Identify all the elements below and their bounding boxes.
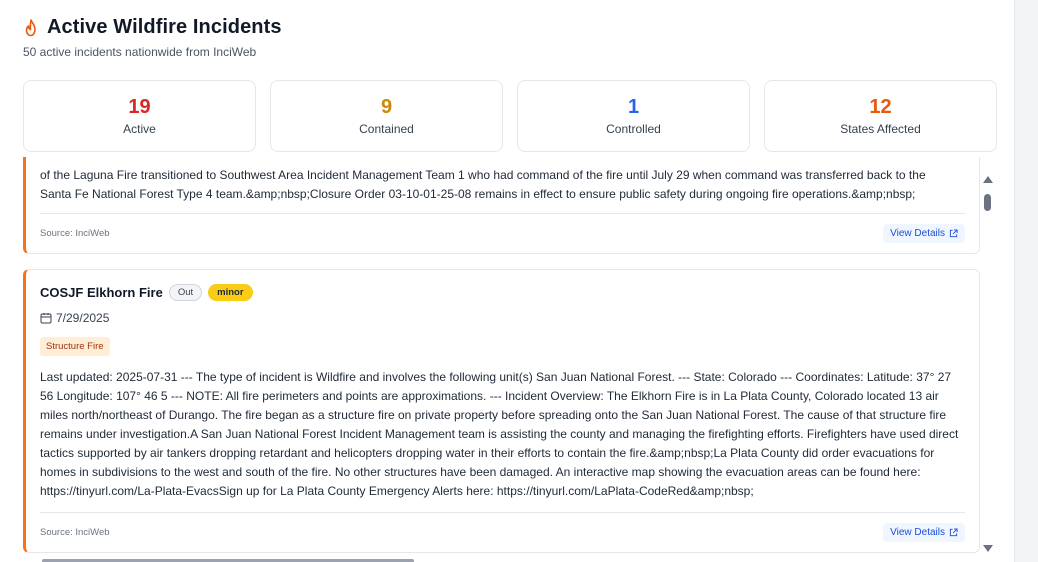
stat-label: Contained — [359, 122, 414, 136]
incident-date: 7/29/2025 — [40, 311, 109, 325]
incident-list[interactable]: of the Laguna Fire transitioned to South… — [23, 157, 981, 562]
scroll-down-arrow-icon[interactable] — [983, 545, 993, 552]
incident-description: Last updated: 2025-07-31 --- The type of… — [40, 370, 959, 498]
incident-card: of the Laguna Fire transitioned to South… — [23, 157, 980, 254]
incident-name: COSJF Elkhorn Fire — [40, 285, 163, 300]
incident-type-tag: Structure Fire — [40, 337, 110, 356]
stat-value: 9 — [380, 96, 393, 118]
scrollbar-thumb[interactable] — [984, 194, 991, 211]
vertical-scrollbar[interactable] — [981, 172, 995, 562]
stats-row: 19 Active 9 Contained 1 Controlled 12 St… — [23, 80, 997, 152]
page-title: Active Wildfire Incidents — [47, 16, 282, 38]
view-details-label: View Details — [890, 228, 945, 239]
stat-card-active: 19 Active — [23, 80, 256, 152]
external-link-icon — [949, 528, 958, 537]
page-header: Active Wildfire Incidents 50 active inci… — [23, 16, 282, 59]
stat-label: Controlled — [606, 122, 661, 136]
external-link-icon — [949, 229, 958, 238]
stat-card-contained: 9 Contained — [270, 80, 503, 152]
stat-value: 12 — [869, 96, 892, 118]
stat-card-states: 12 States Affected — [764, 80, 997, 152]
view-details-button[interactable]: View Details — [883, 523, 965, 542]
incident-source: Source: InciWeb — [40, 228, 110, 239]
status-badge: Out — [168, 284, 203, 301]
severity-badge: minor — [208, 284, 253, 301]
stat-value: 19 — [128, 96, 151, 118]
stat-card-controlled: 1 Controlled — [517, 80, 750, 152]
incident-card: COSJF Elkhorn Fire Out minor 7/29/2025 S… — [23, 269, 980, 553]
incident-header: COSJF Elkhorn Fire Out minor — [40, 284, 253, 301]
scroll-up-arrow-icon[interactable] — [983, 176, 993, 183]
flame-icon — [25, 18, 36, 36]
incident-date-text: 7/29/2025 — [56, 311, 110, 325]
incident-description: of the Laguna Fire transitioned to South… — [40, 168, 926, 201]
view-details-button[interactable]: View Details — [883, 224, 965, 243]
card-footer: Source: InciWeb View Details — [40, 213, 965, 253]
stat-label: States Affected — [840, 122, 921, 136]
incident-source: Source: InciWeb — [40, 527, 110, 538]
view-details-label: View Details — [890, 527, 945, 538]
calendar-icon — [40, 313, 52, 324]
stat-value: 1 — [627, 96, 640, 118]
card-footer: Source: InciWeb View Details — [40, 512, 965, 552]
title-row: Active Wildfire Incidents — [23, 16, 282, 39]
stat-label: Active — [123, 122, 156, 136]
incidents-panel: Active Wildfire Incidents 50 active inci… — [0, 0, 1015, 562]
page-subtitle: 50 active incidents nationwide from Inci… — [23, 45, 257, 59]
